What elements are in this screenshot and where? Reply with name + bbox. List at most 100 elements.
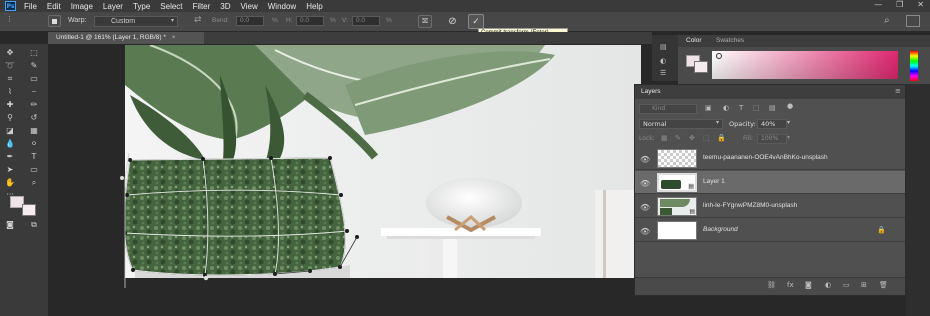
tab-color[interactable]: Color: [686, 37, 702, 44]
crop-tool-icon[interactable]: ⌗: [4, 74, 16, 84]
move-tool-icon[interactable]: ✥: [4, 48, 16, 58]
hue-slider[interactable]: [910, 51, 918, 81]
blur-tool-icon[interactable]: 💧: [4, 139, 16, 149]
marquee-tool-icon[interactable]: ⬚: [28, 48, 40, 58]
menu-help[interactable]: Help: [306, 2, 322, 11]
blend-mode-select[interactable]: Normal ▾: [639, 119, 723, 129]
new-group-icon[interactable]: ▭: [843, 281, 850, 289]
link-layers-icon[interactable]: ⛓: [767, 281, 776, 289]
panel-menu-icon[interactable]: ≡: [895, 87, 901, 95]
layer-row[interactable]: 👁 Background 🔒: [635, 219, 905, 242]
menu-file[interactable]: File: [24, 2, 37, 11]
type-tool-icon[interactable]: T: [28, 152, 40, 162]
clone-stamp-icon[interactable]: ⚲: [4, 113, 16, 123]
menu-3d[interactable]: 3D: [220, 2, 230, 11]
filter-toggle-icon[interactable]: ●: [787, 102, 793, 110]
screen-mode-icon[interactable]: ⧉: [28, 220, 40, 230]
menu-edit[interactable]: Edit: [47, 2, 61, 11]
dodge-tool-icon[interactable]: ⚪: [28, 139, 40, 149]
v-distortion-input[interactable]: 0.0: [352, 16, 380, 26]
menu-view[interactable]: View: [241, 2, 258, 11]
filter-type-icon[interactable]: T: [739, 104, 743, 112]
new-adjustment-icon[interactable]: ◐: [825, 281, 831, 289]
pen-tool-icon[interactable]: ✒: [4, 152, 16, 162]
menu-filter[interactable]: Filter: [193, 2, 211, 11]
filter-adjustment-icon[interactable]: ◐: [723, 104, 729, 112]
new-layer-icon[interactable]: ⊞: [861, 281, 867, 289]
layer-row[interactable]: 👁 ▤ linh-le-FYgnwPMZ8M0-unsplash: [635, 195, 905, 218]
color-panel: Color Swatches: [678, 35, 930, 85]
search-icon[interactable]: ⌕: [884, 15, 890, 26]
lock-all-icon[interactable]: 🔒: [717, 134, 726, 142]
background-color-swatch[interactable]: [22, 204, 36, 216]
add-mask-icon[interactable]: ◙: [805, 281, 812, 289]
warp-mode-toggle[interactable]: [48, 15, 61, 27]
menu-window[interactable]: Window: [268, 2, 296, 11]
lock-artboard-icon[interactable]: ⬚: [703, 134, 710, 142]
visibility-eye-icon[interactable]: 👁: [640, 227, 650, 236]
visibility-eye-icon[interactable]: 👁: [640, 155, 650, 164]
quick-select-tool-icon[interactable]: ✎: [28, 61, 40, 71]
cancel-transform-button[interactable]: ⊘: [446, 15, 459, 28]
menu-layer[interactable]: Layer: [103, 2, 123, 11]
zoom-tool-icon[interactable]: ⌕: [28, 178, 40, 188]
quick-mask-icon[interactable]: ◙: [4, 220, 16, 230]
visibility-eye-icon[interactable]: 👁: [640, 203, 650, 212]
gradient-tool-icon[interactable]: ▦: [28, 126, 40, 136]
lasso-tool-icon[interactable]: ➰: [4, 61, 16, 71]
layer-filter-select[interactable]: Kind: [639, 104, 697, 114]
adjustments-panel-icon[interactable]: ◐: [660, 57, 666, 65]
lock-transparency-icon[interactable]: ▦: [661, 134, 668, 142]
brush-tool-icon[interactable]: ✏: [28, 100, 40, 110]
minimize-button[interactable]: —: [874, 0, 882, 9]
frame-tool-icon[interactable]: ▭: [28, 74, 40, 84]
menu-select[interactable]: Select: [160, 2, 182, 11]
lock-position-icon[interactable]: ✥: [689, 134, 695, 142]
document-canvas[interactable]: [125, 45, 641, 278]
healing-brush-icon[interactable]: ✚: [4, 100, 16, 110]
h-distortion-input[interactable]: 0.0: [296, 16, 324, 26]
bend-input[interactable]: 0.0: [236, 16, 264, 26]
properties-panel-icon[interactable]: ☰: [660, 69, 666, 77]
layer-row[interactable]: 👁 teemu-paananen-OOE4vAnBhKo-unsplash: [635, 147, 905, 170]
maximize-button[interactable]: ❐: [896, 0, 903, 9]
color-picker-field[interactable]: [712, 51, 898, 79]
eraser-tool-icon[interactable]: ◪: [4, 126, 16, 136]
filter-pixel-icon[interactable]: ▣: [705, 104, 712, 112]
fill-input[interactable]: 100%: [757, 134, 787, 144]
layer-style-icon[interactable]: fx: [787, 281, 794, 289]
menu-image[interactable]: Image: [71, 2, 93, 11]
close-tab-icon[interactable]: ×: [172, 34, 176, 41]
hand-tool-icon[interactable]: ✋: [4, 178, 16, 188]
color-bg-swatch[interactable]: [694, 61, 708, 73]
path-select-icon[interactable]: ➤: [4, 165, 16, 175]
warp-style-select[interactable]: Custom ▾: [94, 16, 178, 27]
warp-handle-bottom[interactable]: [200, 270, 220, 284]
filter-smart-object-icon[interactable]: ▤: [769, 104, 776, 112]
warp-handles-left[interactable]: [116, 150, 136, 290]
filter-shape-icon[interactable]: ⬚: [753, 104, 760, 112]
layer-row-selected[interactable]: 👁 ▤ Layer 1: [635, 171, 905, 194]
photoshop-logo: Ps: [5, 1, 16, 11]
commit-transform-button[interactable]: ✓: [468, 14, 484, 29]
workspace-button[interactable]: [906, 15, 920, 27]
eyedropper-tool-icon[interactable]: ⌇: [4, 87, 16, 97]
warp-label: Warp:: [68, 17, 87, 24]
document-tab[interactable]: Untitled-1 @ 161% (Layer 1, RGB/8) * ×: [48, 32, 204, 44]
rectangle-tool-icon[interactable]: ▭: [28, 165, 40, 175]
tab-swatches[interactable]: Swatches: [716, 37, 744, 44]
layers-panel-title[interactable]: Layers: [641, 88, 661, 95]
warp-orientation-icon[interactable]: ⇄: [194, 15, 202, 25]
history-brush-icon[interactable]: ↺: [28, 113, 40, 123]
close-window-button[interactable]: ✕: [917, 0, 924, 9]
ruler-tool-icon[interactable]: ⎯: [28, 87, 40, 97]
visibility-eye-icon[interactable]: 👁: [640, 179, 650, 188]
puppet-warp-button[interactable]: ⛝: [418, 15, 432, 28]
opacity-input[interactable]: 40%: [757, 119, 787, 129]
delete-layer-icon[interactable]: 🗑: [879, 281, 888, 289]
fill-chevron-icon[interactable]: ▾: [787, 134, 790, 141]
history-panel-icon[interactable]: ▤: [660, 43, 667, 51]
opacity-chevron-icon[interactable]: ▾: [787, 119, 790, 126]
menu-type[interactable]: Type: [133, 2, 150, 11]
lock-pixels-icon[interactable]: ✎: [675, 134, 681, 142]
